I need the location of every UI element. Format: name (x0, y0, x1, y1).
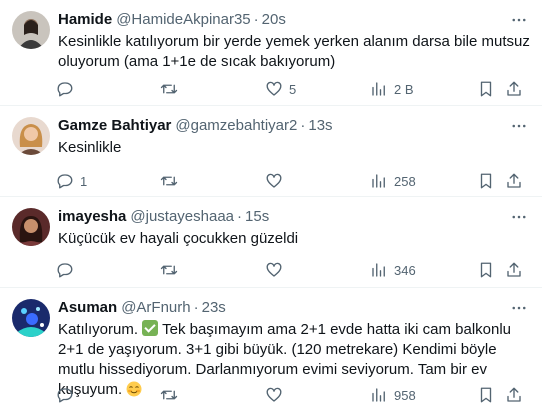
bookmark-icon (480, 81, 492, 97)
repost-icon (160, 390, 178, 400)
views-icon (372, 388, 385, 402)
tweet-time[interactable]: 15s (245, 208, 269, 225)
views-icon (372, 82, 385, 96)
tweet-1[interactable]: Hamide @HamideAkpinar35 · 20s Kesinlikle ka… (0, 0, 542, 106)
author-name[interactable]: Asuman (58, 299, 117, 316)
avatar-asuman[interactable] (12, 299, 50, 337)
repost-icon (160, 176, 178, 186)
separator-dot: · (237, 208, 243, 225)
share-icon (507, 173, 521, 188)
repost-button[interactable] (160, 384, 184, 406)
share-button[interactable] (505, 384, 523, 406)
bookmark-icon (480, 262, 492, 278)
author-name[interactable]: imayesha (58, 208, 126, 225)
avatar-gamze[interactable] (12, 117, 50, 155)
like-button[interactable] (265, 259, 289, 281)
author-name[interactable]: Gamze Bahtiyar (58, 117, 171, 134)
reply-button[interactable]: 1 (56, 170, 87, 192)
bookmark-button[interactable] (477, 384, 495, 406)
tweet-actions: 5 2 B (0, 78, 542, 100)
reply-button[interactable] (56, 78, 80, 100)
avatar-hamide[interactable] (12, 11, 50, 49)
bookmark-button[interactable] (477, 170, 495, 192)
tweet-4[interactable]: Asuman @ArFnurh · 23s Katılıyorum. Tek başı… (0, 288, 542, 417)
share-icon (507, 262, 521, 277)
share-button[interactable] (505, 259, 523, 281)
tweet-header: Asuman @ArFnurh · 23s (58, 298, 226, 318)
repost-icon (160, 84, 178, 94)
author-name[interactable]: Hamide (58, 11, 112, 28)
check-mark-icon (142, 320, 159, 336)
views-count: 346 (394, 262, 416, 278)
like-button[interactable] (265, 384, 289, 406)
share-button[interactable] (505, 170, 523, 192)
views-count: 958 (394, 387, 416, 403)
reply-count: 1 (80, 173, 88, 189)
tweet-time[interactable]: 23s (202, 299, 226, 316)
tweet-3[interactable]: imayesha @justayeshaaa · 15s Küçücük ev hay… (0, 197, 542, 288)
repost-button[interactable] (160, 78, 184, 100)
tweet-header: Hamide @HamideAkpinar35 · 20s (58, 10, 286, 30)
reply-icon (57, 174, 73, 189)
separator-dot: · (193, 299, 199, 316)
bookmark-button[interactable] (477, 78, 495, 100)
author-handle[interactable]: @ArFnurh (121, 299, 190, 316)
reply-icon (57, 388, 73, 403)
tweet-actions: 958 (0, 384, 542, 406)
bookmark-icon (480, 173, 492, 189)
more-icon[interactable] (508, 206, 530, 228)
share-button[interactable] (505, 78, 523, 100)
heart-icon (266, 387, 282, 402)
repost-button[interactable] (160, 259, 184, 281)
views-count: 2 B (394, 81, 414, 97)
tweet-time[interactable]: 20s (262, 11, 286, 28)
views-button[interactable]: 258 (370, 170, 416, 192)
separator-dot: · (300, 117, 306, 134)
like-button[interactable]: 5 (265, 78, 296, 100)
tweet-text: Kesinlikle (58, 139, 122, 156)
more-icon[interactable] (508, 9, 530, 31)
reply-button[interactable] (56, 384, 80, 406)
separator-dot: · (253, 11, 259, 28)
views-icon (372, 263, 385, 277)
heart-icon (266, 81, 282, 96)
author-handle[interactable]: @HamideAkpinar35 (116, 11, 250, 28)
tweet-time[interactable]: 13s (308, 117, 332, 134)
bookmark-button[interactable] (477, 259, 495, 281)
author-handle[interactable]: @gamzebahtiyar2 (175, 117, 297, 134)
reply-icon (57, 263, 73, 278)
tweet-text: Kesinlikle katılıyorum bir yerde yemek y… (58, 33, 530, 70)
views-count: 258 (394, 173, 416, 189)
views-button[interactable]: 346 (370, 259, 416, 281)
tweet-header: Gamze Bahtiyar @gamzebahtiyar2 · 13s (58, 116, 333, 136)
reply-button[interactable] (56, 259, 80, 281)
repost-button[interactable] (160, 170, 184, 192)
author-handle[interactable]: @justayeshaaa (130, 208, 234, 225)
repost-icon (160, 265, 178, 275)
share-icon (507, 81, 521, 96)
tweet-text: Küçücük ev hayali çocukken güzeldi (58, 230, 299, 247)
like-button[interactable] (265, 170, 289, 192)
share-icon (507, 387, 521, 402)
more-icon[interactable] (508, 297, 530, 319)
tweet-header: imayesha @justayeshaaa · 15s (58, 207, 269, 227)
avatar-imayesha[interactable] (12, 208, 50, 246)
more-icon[interactable] (508, 115, 530, 137)
tweet-text-part: Katılıyorum. (58, 321, 139, 338)
like-count: 5 (289, 81, 297, 97)
heart-icon (266, 173, 282, 188)
tweet-actions: 346 (0, 259, 542, 281)
bookmark-icon (480, 387, 492, 403)
views-button[interactable]: 2 B (370, 78, 414, 100)
tweet-2[interactable]: Gamze Bahtiyar @gamzebahtiyar2 · 13s Kesinl… (0, 106, 542, 197)
reply-icon (57, 82, 73, 97)
heart-icon (266, 262, 282, 277)
tweet-actions: 1 258 (0, 170, 542, 192)
views-icon (372, 174, 385, 188)
views-button[interactable]: 958 (370, 384, 416, 406)
